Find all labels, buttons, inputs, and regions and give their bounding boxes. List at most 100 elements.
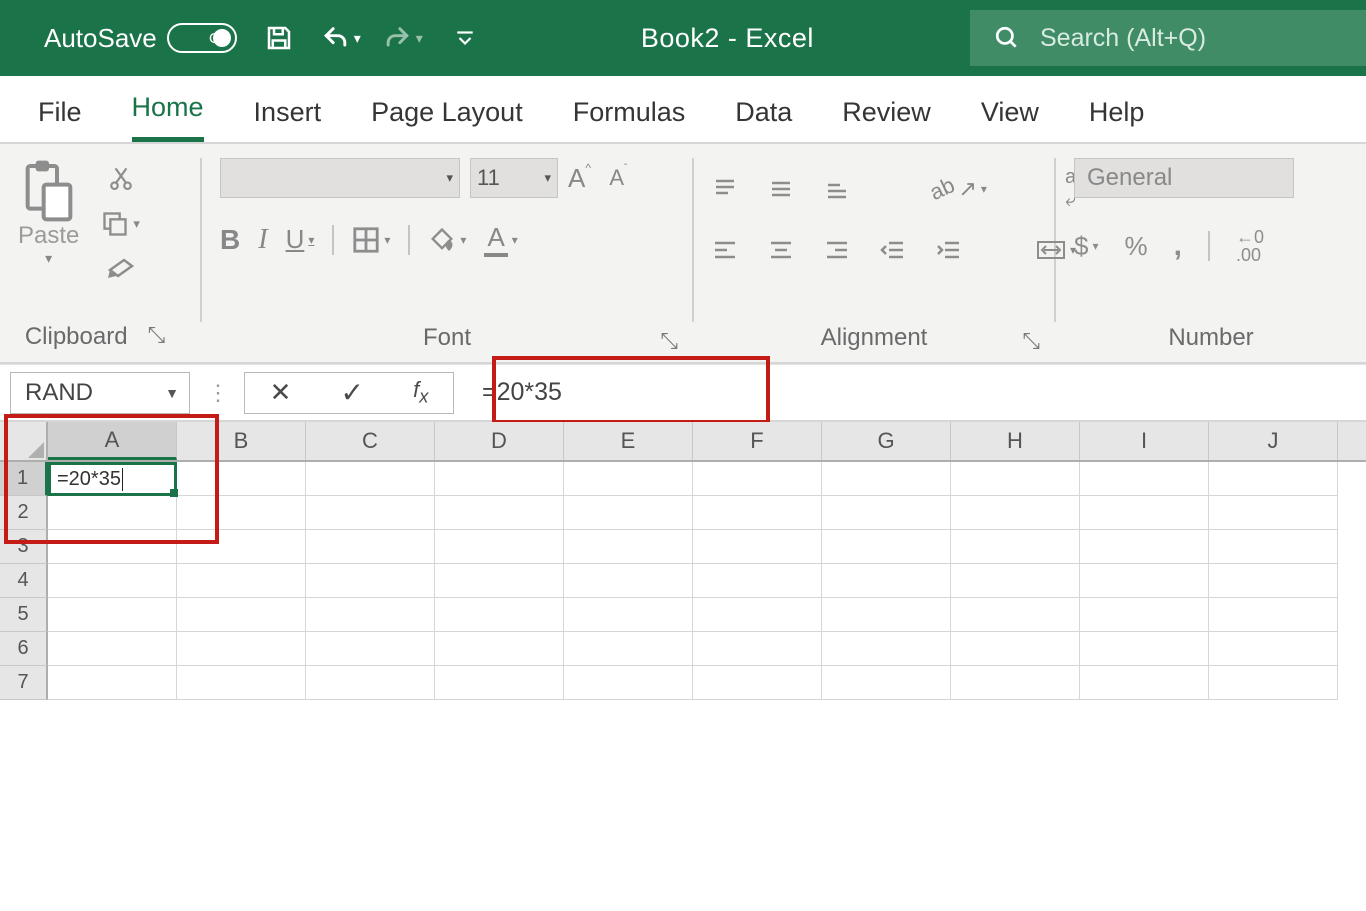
cell-B4[interactable] [177,564,306,598]
autosave-switch[interactable]: Off [167,23,237,53]
cell-E5[interactable] [564,598,693,632]
cell-E1[interactable] [564,462,693,496]
cell-G4[interactable] [822,564,951,598]
number-format-combo[interactable]: General [1074,158,1294,198]
cell-E6[interactable] [564,632,693,666]
col-header-F[interactable]: F [693,422,822,460]
row-header-3[interactable]: 3 [0,530,48,564]
cell-D5[interactable] [435,598,564,632]
align-bottom-icon[interactable] [824,178,850,200]
percent-icon[interactable]: % [1125,231,1148,262]
col-header-J[interactable]: J [1209,422,1338,460]
cell-H1[interactable] [951,462,1080,496]
tab-file[interactable]: File [38,97,82,142]
col-header-H[interactable]: H [951,422,1080,460]
row-header-6[interactable]: 6 [0,632,48,666]
customize-qat-icon[interactable] [445,18,485,58]
cell-B7[interactable] [177,666,306,700]
cell-A3[interactable] [48,530,177,564]
copy-icon[interactable]: ▾ [101,210,140,238]
cell-G6[interactable] [822,632,951,666]
tab-formulas[interactable]: Formulas [573,97,686,142]
row-header-1[interactable]: 1 [0,462,48,496]
tab-view[interactable]: View [981,97,1039,142]
cell-H3[interactable] [951,530,1080,564]
cell-B5[interactable] [177,598,306,632]
cell-D7[interactable] [435,666,564,700]
insert-function-icon[interactable]: fx [413,377,428,407]
cell-A2[interactable] [48,496,177,530]
cell-D3[interactable] [435,530,564,564]
cell-A4[interactable] [48,564,177,598]
fill-color-icon[interactable]: ▾ [428,226,466,254]
cell-C1[interactable] [306,462,435,496]
cell-H7[interactable] [951,666,1080,700]
cell-E2[interactable] [564,496,693,530]
cell-I3[interactable] [1080,530,1209,564]
cell-G7[interactable] [822,666,951,700]
col-header-B[interactable]: B [177,422,306,460]
save-icon[interactable] [259,18,299,58]
col-header-D[interactable]: D [435,422,564,460]
col-header-I[interactable]: I [1080,422,1209,460]
decrease-font-icon[interactable]: Aˇ [609,165,624,191]
select-all-cell[interactable] [0,422,48,460]
cell-A7[interactable] [48,666,177,700]
cell-C5[interactable] [306,598,435,632]
cell-F7[interactable] [693,666,822,700]
row-header-5[interactable]: 5 [0,598,48,632]
cell-G2[interactable] [822,496,951,530]
align-center-icon[interactable] [768,239,794,261]
cell-C3[interactable] [306,530,435,564]
tab-review[interactable]: Review [842,97,931,142]
cell-I5[interactable] [1080,598,1209,632]
col-header-G[interactable]: G [822,422,951,460]
cell-F3[interactable] [693,530,822,564]
cell-I4[interactable] [1080,564,1209,598]
cell-J2[interactable] [1209,496,1338,530]
row-header-2[interactable]: 2 [0,496,48,530]
row-header-7[interactable]: 7 [0,666,48,700]
cell-I6[interactable] [1080,632,1209,666]
font-name-combo[interactable]: ▾ [220,158,460,198]
cell-B2[interactable] [177,496,306,530]
cell-D1[interactable] [435,462,564,496]
align-top-icon[interactable] [712,178,738,200]
font-dialog-launcher[interactable]: ⤡ [660,328,688,358]
alignment-dialog-launcher[interactable]: ⤡ [1022,328,1050,358]
cell-C2[interactable] [306,496,435,530]
chevron-down-icon[interactable]: ▼ [165,385,179,401]
enter-entry-icon[interactable]: ✓ [341,376,364,409]
cell-E3[interactable] [564,530,693,564]
cell-G3[interactable] [822,530,951,564]
tab-home[interactable]: Home [132,92,204,142]
cell-C6[interactable] [306,632,435,666]
undo-icon[interactable]: ▾ [321,18,361,58]
cell-D6[interactable] [435,632,564,666]
italic-button[interactable]: I [258,224,267,256]
cell-I7[interactable] [1080,666,1209,700]
cell-F2[interactable] [693,496,822,530]
orientation-icon[interactable]: ab↗ ▾ [930,176,987,202]
underline-button[interactable]: U ▾ [286,224,315,255]
cell-B1[interactable] [177,462,306,496]
cell-D2[interactable] [435,496,564,530]
cell-J6[interactable] [1209,632,1338,666]
row-header-4[interactable]: 4 [0,564,48,598]
cell-C4[interactable] [306,564,435,598]
tab-help[interactable]: Help [1089,97,1145,142]
redo-icon[interactable]: ▾ [383,18,423,58]
paste-label[interactable]: Paste [18,222,79,250]
align-left-icon[interactable] [712,239,738,261]
formula-bar-input[interactable]: =20*35 [454,372,1366,414]
cell-H6[interactable] [951,632,1080,666]
name-box[interactable]: RAND ▼ [10,372,190,414]
cell-A1[interactable]: =20*35 [48,462,177,496]
col-header-A[interactable]: A [48,422,177,460]
font-color-icon[interactable]: A ▾ [484,222,517,257]
cell-G1[interactable] [822,462,951,496]
cell-J4[interactable] [1209,564,1338,598]
increase-font-icon[interactable]: A^ [568,163,585,194]
grip-icon[interactable]: ⋮ [207,380,227,406]
cell-H2[interactable] [951,496,1080,530]
